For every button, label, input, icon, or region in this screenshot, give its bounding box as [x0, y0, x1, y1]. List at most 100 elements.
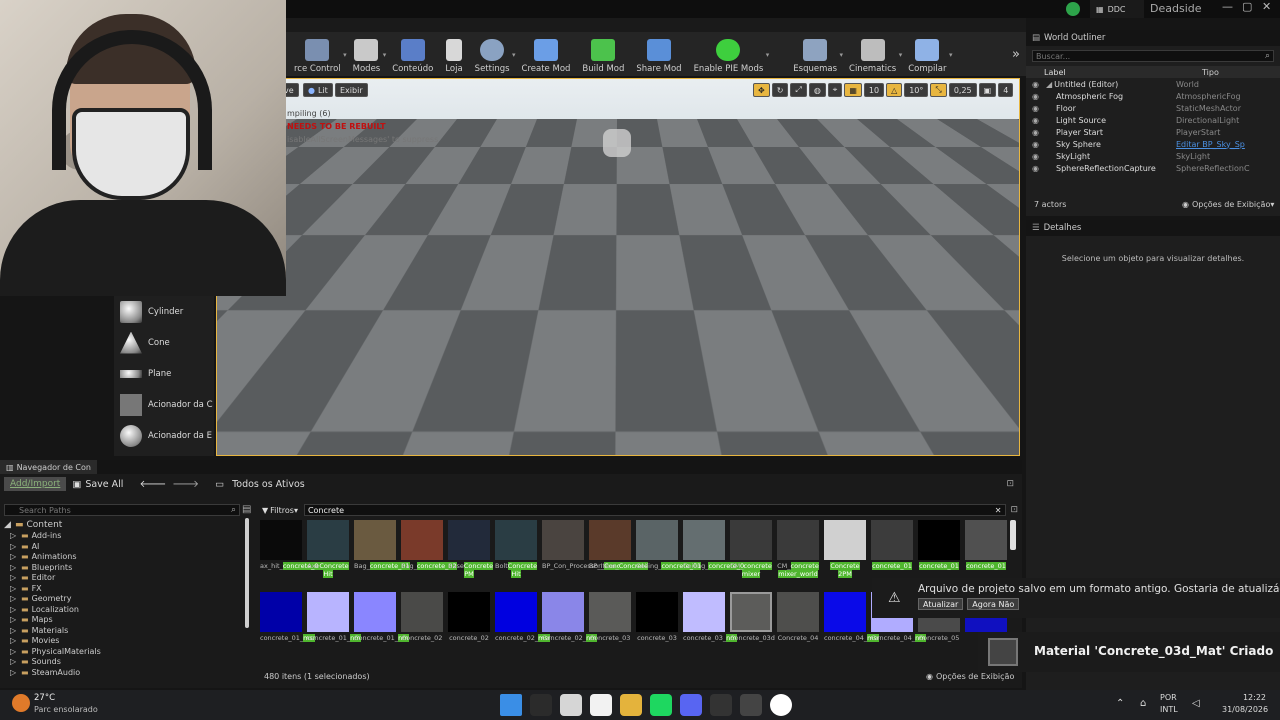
- asset-tile[interactable]: concrete_02: [448, 592, 490, 652]
- source-control-icon[interactable]: [1066, 2, 1080, 16]
- tree-item[interactable]: ▷ ▬ Add-ins: [4, 531, 252, 542]
- eye-icon[interactable]: ◉: [1032, 140, 1056, 149]
- tree-item[interactable]: ▷ ▬ Blueprints: [4, 562, 252, 573]
- place-item-sphere-trigger[interactable]: Acionador da E: [114, 420, 214, 451]
- build-mod-button[interactable]: Build Mod: [576, 34, 630, 74]
- asset-tile[interactable]: concrete_02_msr: [495, 592, 551, 652]
- asset-tile[interactable]: concrete_01_msr: [260, 592, 316, 652]
- taskbar-app-icon[interactable]: [650, 694, 672, 716]
- outliner-search-input[interactable]: Buscar...: [1036, 52, 1265, 61]
- asset-tile[interactable]: Concrete_04: [777, 592, 819, 652]
- tray-chevron-up-icon[interactable]: ⌃: [1116, 698, 1124, 709]
- taskbar-app-icon[interactable]: [560, 694, 582, 716]
- asset-tile[interactable]: BP_Con_Processor_Concrete_01: [542, 520, 645, 580]
- asset-tile[interactable]: Concrete 2PM: [824, 520, 866, 580]
- asset-grid-scrollbar[interactable]: [1010, 520, 1016, 550]
- volume-icon[interactable]: ◁: [1192, 698, 1200, 709]
- asset-tile[interactable]: BP_Item_Concrete: [589, 520, 648, 580]
- tree-item[interactable]: ▷ ▬ Sounds: [4, 657, 252, 668]
- eye-icon[interactable]: ◉: [1032, 128, 1056, 137]
- asset-tile[interactable]: concrete_03_nm: [683, 592, 737, 652]
- save-all-button[interactable]: ▣ Save All: [72, 479, 123, 490]
- asset-tile[interactable]: Concrete_03: [589, 592, 631, 652]
- content-button[interactable]: Conteúdo: [386, 34, 439, 74]
- tree-item[interactable]: ▷ ▬ Materials: [4, 625, 252, 636]
- details-tab[interactable]: ☰ Detalhes: [1026, 220, 1280, 236]
- tree-item[interactable]: ▷ ▬ Localization: [4, 604, 252, 615]
- scale-snap-icon[interactable]: ⤡: [930, 83, 947, 97]
- show-button[interactable]: Exibir: [335, 83, 368, 97]
- enable-pie-mods-button[interactable]: Enable PIE Mods ▾: [688, 34, 769, 74]
- taskbar-app-icon[interactable]: [530, 694, 552, 716]
- asset-tile[interactable]: BaseConcrete PM: [448, 520, 494, 580]
- outliner-row[interactable]: ◉ Floor StaticMeshActor: [1026, 102, 1280, 114]
- asset-tile[interactable]: Ceiling_concrete_02: [683, 520, 749, 580]
- place-item-cone[interactable]: Cone: [114, 327, 214, 358]
- grid-value[interactable]: 10: [863, 83, 885, 97]
- update-button[interactable]: Atualizar: [918, 598, 964, 610]
- outliner-row[interactable]: ◉ Sky Sphere Editar BP_Sky_Sp: [1026, 138, 1280, 150]
- tree-scrollbar[interactable]: [245, 518, 249, 628]
- asset-tile[interactable]: concrete_03: [636, 592, 678, 652]
- world-icon[interactable]: ◍: [808, 83, 826, 97]
- taskbar-app-icon[interactable]: [590, 694, 612, 716]
- camera-speed-icon[interactable]: ▣: [978, 83, 997, 97]
- outliner-row[interactable]: ◉ Atmospheric Fog AtmosphericFog: [1026, 90, 1280, 102]
- eye-icon[interactable]: ◉: [1032, 92, 1056, 101]
- asset-tile[interactable]: concrete_01: [965, 520, 1007, 580]
- taskbar-app-icon[interactable]: [500, 694, 522, 716]
- asset-tile[interactable]: ax_hit_concrete_01: [260, 520, 323, 580]
- taskbar-app-icon[interactable]: [680, 694, 702, 716]
- tree-item[interactable]: ▷ ▬ PhysicalMaterials: [4, 646, 252, 657]
- eye-icon[interactable]: ◉: [1032, 152, 1056, 161]
- place-item-cylinder[interactable]: Cylinder: [114, 296, 214, 327]
- camera-speed-value[interactable]: 4: [998, 83, 1014, 97]
- tree-item[interactable]: ▷ ▬ Editor: [4, 573, 252, 584]
- blueprints-button[interactable]: Esquemas ▾: [787, 34, 843, 74]
- source-control-button[interactable]: rce Control ▾: [288, 34, 347, 74]
- translate-icon[interactable]: ✥: [753, 83, 770, 97]
- asset-tile[interactable]: concrete_01: [918, 520, 960, 580]
- taskbar-app-icon[interactable]: [620, 694, 642, 716]
- content-browser-tab[interactable]: ▥ Navegador de Con: [0, 460, 97, 474]
- scale-icon[interactable]: ⤢: [790, 83, 807, 97]
- surface-snap-icon[interactable]: ⌖: [827, 83, 843, 97]
- save-search-icon[interactable]: ⊡: [1010, 505, 1018, 515]
- clock-date[interactable]: 31/08/2026: [1222, 705, 1268, 714]
- asset-tile[interactable]: Concrete_02: [401, 592, 443, 652]
- angle-snap-icon[interactable]: △: [886, 83, 903, 97]
- lock-icon[interactable]: ⊡: [1006, 479, 1014, 489]
- clear-search-icon[interactable]: ✕: [995, 506, 1002, 515]
- tray-network-icon[interactable]: ⌂: [1140, 698, 1146, 709]
- label-column-header[interactable]: Label: [1026, 68, 1176, 77]
- asset-tile[interactable]: Concrete_01_nm: [354, 592, 409, 652]
- tree-item-content[interactable]: ◢ ▬ Content: [4, 520, 252, 531]
- outliner-search-box[interactable]: Buscar... ⌕: [1032, 50, 1274, 62]
- eye-icon[interactable]: ◉: [1032, 164, 1056, 173]
- asset-tile[interactable]: Bag_concrete_02: [401, 520, 457, 580]
- minimize-button[interactable]: —: [1222, 0, 1233, 13]
- tree-item[interactable]: ▷ ▬ SteamAudio: [4, 667, 252, 678]
- expand-icon[interactable]: ◢: [1046, 80, 1052, 89]
- asset-tile[interactable]: concrete_01_nm: [307, 592, 361, 652]
- modes-button[interactable]: Modes ▾: [347, 34, 386, 74]
- tree-item[interactable]: ▷ ▬ FX: [4, 583, 252, 594]
- outliner-row[interactable]: ◉ SphereReflectionCapture SphereReflection…: [1026, 162, 1280, 174]
- maximize-button[interactable]: ▢: [1242, 0, 1252, 13]
- asset-tile[interactable]: Concrete_02_nm: [542, 592, 597, 652]
- back-arrow-icon[interactable]: 🡐: [139, 478, 166, 490]
- weather-icon[interactable]: [12, 694, 30, 712]
- taskbar-app-icon[interactable]: [770, 694, 792, 716]
- eye-icon[interactable]: ◉: [1032, 116, 1056, 125]
- asset-view-options[interactable]: ◉ Opções de Exibição: [926, 672, 1014, 681]
- place-item-plane[interactable]: Plane: [114, 358, 214, 389]
- cinematics-button[interactable]: Cinematics ▾: [843, 34, 902, 74]
- level-viewport[interactable]: ve ● Lit Exibir mpiling (6) NEEDS TO BE R…: [216, 78, 1020, 456]
- asset-tile[interactable]: Ceiling_concrete_01: [636, 520, 702, 580]
- keyboard-lang-top[interactable]: POR: [1160, 693, 1177, 702]
- tree-item[interactable]: ▷ ▬ Animations: [4, 552, 252, 563]
- eye-icon[interactable]: ◉: [1032, 104, 1056, 113]
- not-now-button[interactable]: Agora Não: [967, 598, 1020, 610]
- search-paths-box[interactable]: Search Paths ⌕: [4, 504, 240, 516]
- lit-button[interactable]: ● Lit: [303, 83, 333, 97]
